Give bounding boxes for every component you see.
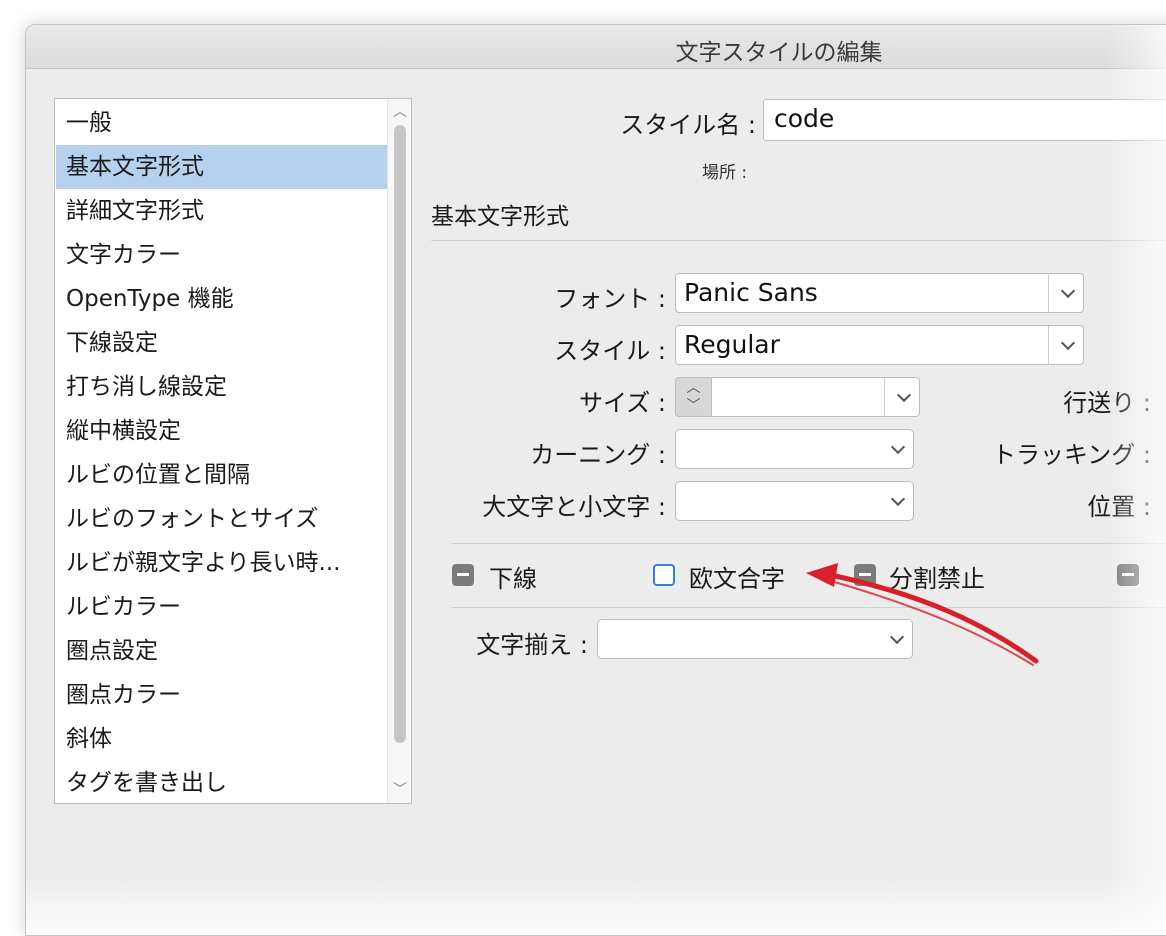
edit-character-style-window: 文字スタイルの編集 一般 基本文字形式 詳細文字形式 文字カラー OpenTyp… (25, 24, 1166, 936)
annotation-arrow-icon (806, 563, 1039, 666)
